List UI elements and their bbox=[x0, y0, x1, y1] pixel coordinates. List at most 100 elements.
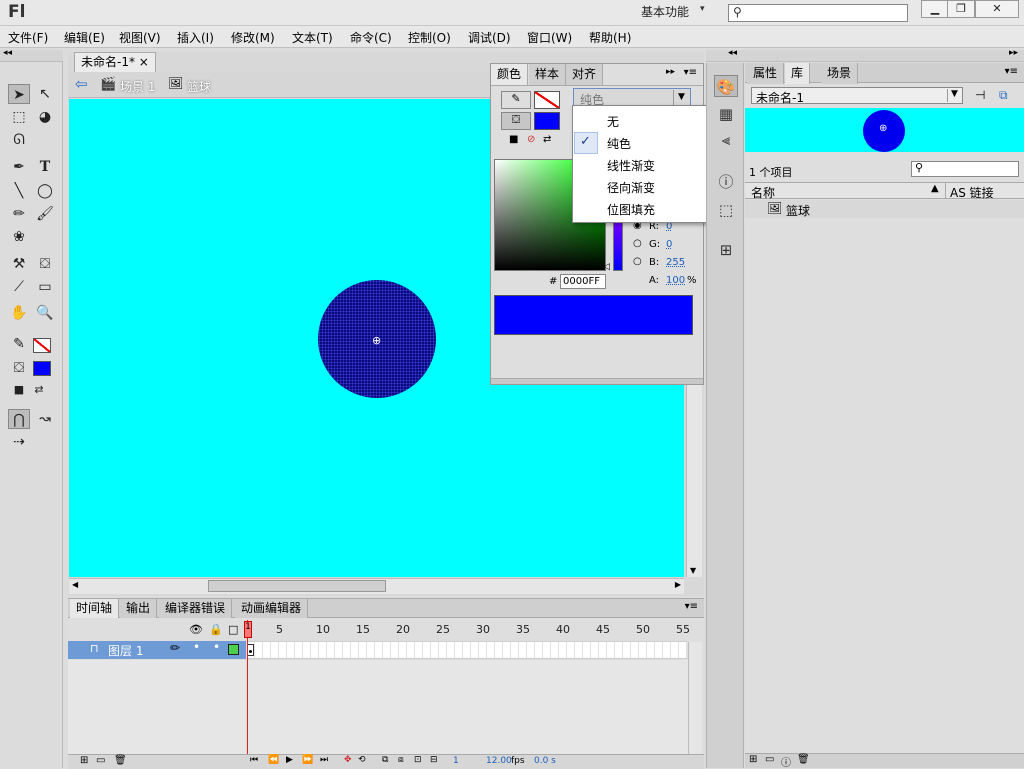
timeline-vertical-scrollbar[interactable] bbox=[688, 642, 702, 755]
paint-bucket-tool-icon[interactable]: ⛋ bbox=[34, 254, 56, 274]
library-document-select[interactable]: 未命名-1 ▼ bbox=[751, 87, 963, 105]
straighten-icon[interactable]: ⇢ bbox=[8, 432, 30, 452]
lock-icon[interactable]: 🔒 bbox=[209, 623, 223, 636]
menu-insert[interactable]: 插入(I) bbox=[177, 29, 214, 46]
3d-rotation-tool-icon[interactable]: ◕ bbox=[34, 107, 56, 127]
frame-grid[interactable] bbox=[247, 641, 687, 659]
edit-multiple-icon[interactable]: ⊡ bbox=[414, 755, 422, 765]
swap-small-icon[interactable]: ⇄ bbox=[543, 134, 551, 145]
deco-tool-icon[interactable]: ❀ bbox=[8, 227, 30, 247]
align-panel-icon[interactable]: ⫷ bbox=[714, 129, 738, 151]
line-tool-icon[interactable]: ╲ bbox=[8, 181, 30, 201]
new-layer-icon[interactable]: ⊞ bbox=[80, 755, 88, 766]
menu-debug[interactable]: 调试(D) bbox=[468, 29, 511, 46]
pencil-tool-icon[interactable]: ✏ bbox=[8, 204, 30, 224]
close-tab-icon[interactable]: × bbox=[139, 55, 149, 69]
pin-library-icon[interactable]: ⊣ bbox=[975, 88, 985, 102]
fill-color-icon[interactable]: ⛋ bbox=[8, 358, 30, 378]
step-forward-icon[interactable]: ⏩ bbox=[302, 755, 313, 765]
transform-panel-icon[interactable]: ⬚ bbox=[714, 199, 738, 221]
menu-text[interactable]: 文本(T) bbox=[292, 29, 333, 46]
keyframe[interactable] bbox=[247, 644, 254, 656]
new-folder-icon[interactable]: ▭ bbox=[765, 754, 774, 765]
new-symbol-icon[interactable]: ⊞ bbox=[749, 754, 757, 765]
tab-compiler-errors[interactable]: 编译器错误 bbox=[159, 599, 233, 618]
layer-name[interactable]: 图层 1 bbox=[108, 642, 143, 659]
properties-icon[interactable]: ⓘ bbox=[781, 754, 791, 769]
fps-value[interactable]: 12.00 bbox=[486, 756, 512, 766]
library-search-input[interactable]: ⚲ bbox=[911, 161, 1019, 177]
stroke-pencil-icon[interactable]: ✎ bbox=[501, 91, 531, 109]
radio-g[interactable]: ○ bbox=[633, 238, 642, 249]
menu-modify[interactable]: 修改(M) bbox=[231, 29, 275, 46]
library-col-name[interactable]: 名称 bbox=[751, 184, 775, 201]
components-panel-icon[interactable]: ⊞ bbox=[714, 239, 738, 261]
step-back-icon[interactable]: ⏪ bbox=[268, 755, 279, 765]
brush-tool-icon[interactable]: 🖌 bbox=[34, 204, 56, 224]
menu-view[interactable]: 视图(V) bbox=[119, 29, 161, 46]
stroke-color-swatch[interactable] bbox=[33, 338, 51, 353]
expand-panel-icon[interactable]: ▸▸ bbox=[666, 67, 675, 77]
playhead-handle[interactable]: 1 bbox=[244, 621, 252, 638]
fill-color-swatch[interactable] bbox=[33, 361, 51, 376]
restore-button[interactable]: ❐ bbox=[947, 0, 975, 18]
document-tab[interactable]: 未命名-1* × bbox=[74, 52, 156, 72]
swap-colors-icon[interactable]: ⇄ bbox=[28, 380, 50, 400]
play-icon[interactable]: ▶ bbox=[286, 755, 293, 765]
breadcrumb-scene[interactable]: 场景 1 bbox=[120, 78, 155, 95]
menu-help[interactable]: 帮助(H) bbox=[589, 29, 631, 46]
panel-menu-icon[interactable]: ▾≡ bbox=[684, 67, 697, 78]
stroke-color-icon[interactable]: ✎ bbox=[8, 334, 30, 354]
center-frame-icon[interactable]: ✥ bbox=[344, 755, 352, 765]
menu-control[interactable]: 控制(O) bbox=[408, 29, 451, 46]
pen-tool-icon[interactable]: ✒ bbox=[8, 157, 30, 177]
oval-tool-icon[interactable]: ◯ bbox=[34, 181, 56, 201]
black-white-small-icon[interactable]: ■ bbox=[509, 134, 518, 145]
chevron-down-icon[interactable]: ▼ bbox=[673, 90, 689, 105]
lasso-tool-icon[interactable]: ᘏ bbox=[8, 130, 30, 150]
loop-icon[interactable]: ⟲ bbox=[358, 755, 366, 765]
delete-icon[interactable]: 🗑 bbox=[797, 754, 810, 765]
delete-layer-icon[interactable]: 🗑 bbox=[114, 755, 127, 766]
chevron-down-icon[interactable]: ▼ bbox=[947, 89, 961, 102]
stage-horizontal-scrollbar[interactable]: ◀ ▶ bbox=[69, 578, 684, 594]
tab-color[interactable]: 颜色 bbox=[491, 64, 529, 85]
selection-tool-icon[interactable]: ➤ bbox=[8, 84, 30, 104]
free-transform-tool-icon[interactable]: ⬚ bbox=[8, 107, 30, 127]
layer-lock-dot[interactable]: • bbox=[213, 640, 220, 654]
horizontal-scroll-thumb[interactable] bbox=[208, 580, 386, 592]
menu-commands[interactable]: 命令(C) bbox=[350, 29, 392, 46]
no-color-icon[interactable]: ⊘ bbox=[527, 134, 535, 145]
fill-swatch[interactable] bbox=[534, 112, 560, 130]
outline-icon[interactable]: □ bbox=[228, 623, 238, 636]
text-tool-icon[interactable]: T bbox=[34, 157, 56, 177]
g-value[interactable]: 0 bbox=[666, 239, 672, 250]
fill-option-solid[interactable]: 纯色 bbox=[607, 135, 631, 152]
chevron-down-icon[interactable]: ▾ bbox=[700, 4, 705, 14]
panel-resize-grip[interactable] bbox=[491, 378, 703, 384]
workspace-switcher[interactable]: 基本功能 bbox=[641, 3, 689, 20]
eyedropper-tool-icon[interactable]: ⟋ bbox=[8, 277, 30, 297]
fill-bucket-icon[interactable]: ⛋ bbox=[501, 112, 531, 130]
onion-outline-icon[interactable]: ⧈ bbox=[398, 755, 404, 765]
layer-visible-dot[interactable]: • bbox=[193, 640, 200, 654]
tab-swatches[interactable]: 样本 bbox=[529, 64, 567, 85]
sort-ascending-icon[interactable]: ▲ bbox=[931, 183, 939, 194]
b-value[interactable]: 255 bbox=[666, 257, 685, 268]
last-frame-icon[interactable]: ⏭ bbox=[320, 755, 328, 765]
new-folder-icon[interactable]: ▭ bbox=[96, 755, 105, 766]
tab-output[interactable]: 输出 bbox=[120, 599, 158, 618]
modify-markers-icon[interactable]: ⊟ bbox=[430, 755, 438, 765]
panels-collapse-bar[interactable]: ◂◂ ▸▸ bbox=[706, 48, 1024, 62]
radio-b[interactable]: ○ bbox=[633, 256, 642, 267]
panel-menu-icon[interactable]: ▾≡ bbox=[685, 601, 698, 612]
tab-timeline[interactable]: 时间轴 bbox=[70, 599, 120, 618]
a-value[interactable]: 100 bbox=[666, 275, 685, 286]
onion-skin-icon[interactable]: ⧉ bbox=[382, 755, 388, 765]
layer-outline-color[interactable] bbox=[228, 644, 239, 655]
fill-option-none[interactable]: 无 bbox=[607, 113, 619, 130]
stroke-swatch[interactable] bbox=[534, 91, 560, 109]
hex-input[interactable]: 0000FF bbox=[560, 274, 606, 289]
hand-tool-icon[interactable]: ✋ bbox=[8, 303, 30, 323]
menu-window[interactable]: 窗口(W) bbox=[527, 29, 572, 46]
